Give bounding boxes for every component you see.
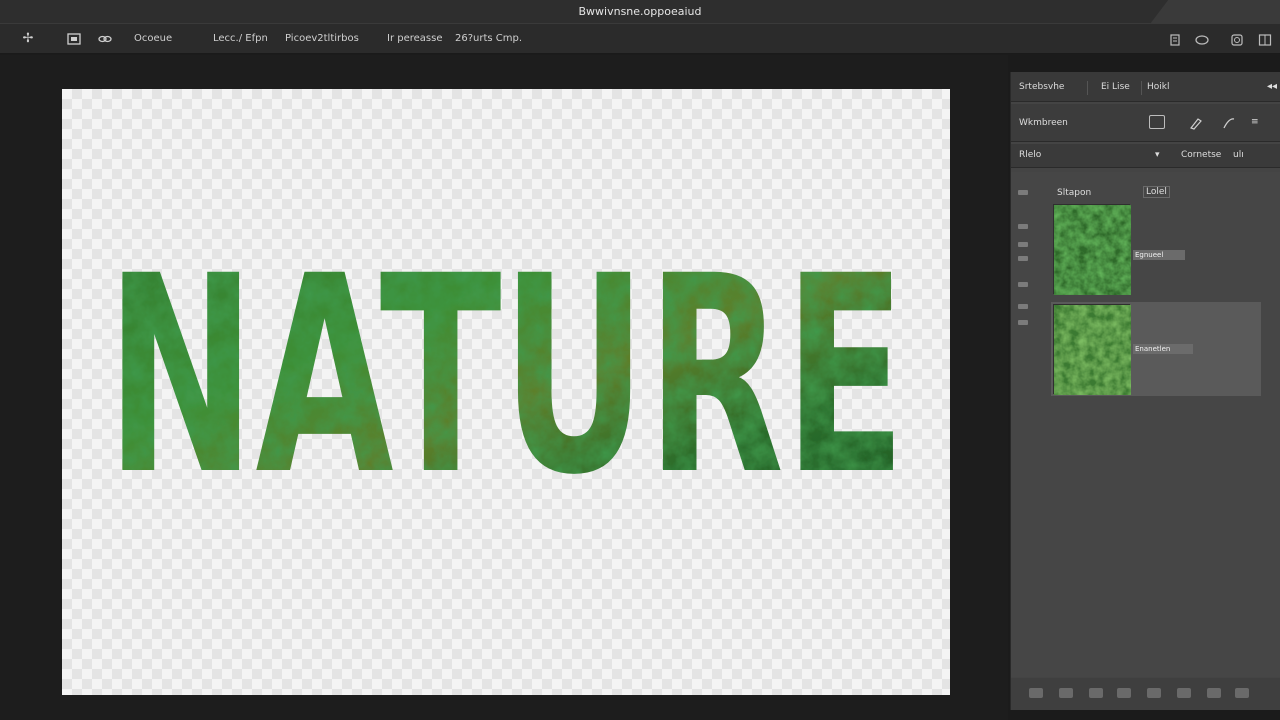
mask-icon[interactable] [1089, 688, 1103, 698]
layer-thumbnail [1053, 304, 1131, 395]
speech-icon[interactable] [1195, 32, 1209, 46]
double-chevron-left-icon[interactable]: ◂◂ [1267, 81, 1277, 92]
fx-icon[interactable] [1059, 688, 1073, 698]
move-icon[interactable]: ✢ [20, 31, 36, 47]
pen-icon[interactable] [1221, 115, 1237, 129]
layer-tools-column [1015, 184, 1033, 384]
layer-row-selected[interactable]: Enanetlen [1051, 302, 1261, 396]
link-layers-icon[interactable] [1029, 688, 1043, 698]
nature-artwork: NATURE [106, 244, 906, 484]
layer-name[interactable]: Egnueel [1133, 250, 1185, 260]
layer-row[interactable]: Egnueel [1051, 202, 1261, 296]
brush-icon[interactable] [1189, 115, 1205, 130]
layer-properties-row: Rlelo ▾ Cornetse ulı [1011, 144, 1280, 168]
camera-icon[interactable] [1207, 688, 1221, 698]
menu-item-1[interactable]: Ocoeue [134, 33, 172, 44]
titlebar-corner [1150, 0, 1280, 24]
menu-item-3[interactable]: Picoev2tltirbos [285, 33, 359, 44]
opacity-value[interactable]: ulı [1233, 150, 1244, 160]
menu-item-5[interactable]: 26?urts Cmp. [455, 33, 522, 44]
layers-panel: Srtebsvhe Ei Lise Hoikl ◂◂ Wkmbreen ≡ Rl… [1010, 72, 1280, 710]
document-canvas[interactable]: NATURE [62, 89, 950, 695]
opacity-label: Cornetse [1181, 150, 1222, 160]
search-icon[interactable] [1230, 32, 1244, 46]
tab-2[interactable]: Ei Lise [1101, 82, 1130, 92]
tab-divider [1087, 81, 1088, 95]
menu-bar: ✢ Ocoeue Lecc./ Efpn Picoev2tltirbos Ir … [0, 24, 1280, 54]
document-icon[interactable] [1168, 32, 1182, 46]
nature-text: NATURE [106, 244, 906, 484]
tab-divider [1141, 81, 1142, 95]
new-layer-icon[interactable] [1177, 688, 1191, 698]
blend-label: Rlelo [1019, 150, 1042, 160]
options-menu-icon[interactable]: ≡ [1251, 117, 1259, 127]
panel-options-row: Wkmbreen ≡ [1011, 104, 1280, 142]
window-title: Bwwivnsne.oppoeaiud [578, 5, 702, 18]
frame-icon[interactable] [1149, 115, 1165, 129]
tab-3[interactable]: Hoikl [1147, 82, 1170, 92]
panel-tabs: Srtebsvhe Ei Lise Hoikl ◂◂ [1011, 72, 1280, 102]
layers-header-name: Sltapon [1057, 188, 1092, 198]
trash-icon[interactable] [1235, 688, 1249, 698]
menu-item-4[interactable]: Ir pereasse [387, 33, 442, 44]
link-icon[interactable] [97, 31, 113, 47]
tab-1[interactable]: Srtebsvhe [1019, 82, 1064, 92]
layers-list: Sltapon Lolel Egnueel Enanetlen [1011, 172, 1280, 677]
workspace: NATURE [0, 55, 1008, 720]
adjustment-icon[interactable] [1117, 688, 1131, 698]
image-icon[interactable] [66, 31, 82, 47]
title-bar: Bwwivnsne.oppoeaiud [0, 0, 1280, 24]
options-label: Wkmbreen [1019, 118, 1068, 128]
layers-footer [1011, 678, 1280, 710]
chevron-down-icon[interactable]: ▾ [1155, 150, 1160, 160]
panels-icon[interactable] [1258, 32, 1272, 46]
layers-header: Sltapon Lolel [1051, 172, 1280, 200]
layers-header-lock[interactable]: Lolel [1143, 186, 1170, 198]
group-icon[interactable] [1147, 688, 1161, 698]
layer-thumbnail [1053, 204, 1131, 295]
layer-name[interactable]: Enanetlen [1133, 344, 1193, 354]
menu-item-2[interactable]: Lecc./ Efpn [213, 33, 268, 44]
